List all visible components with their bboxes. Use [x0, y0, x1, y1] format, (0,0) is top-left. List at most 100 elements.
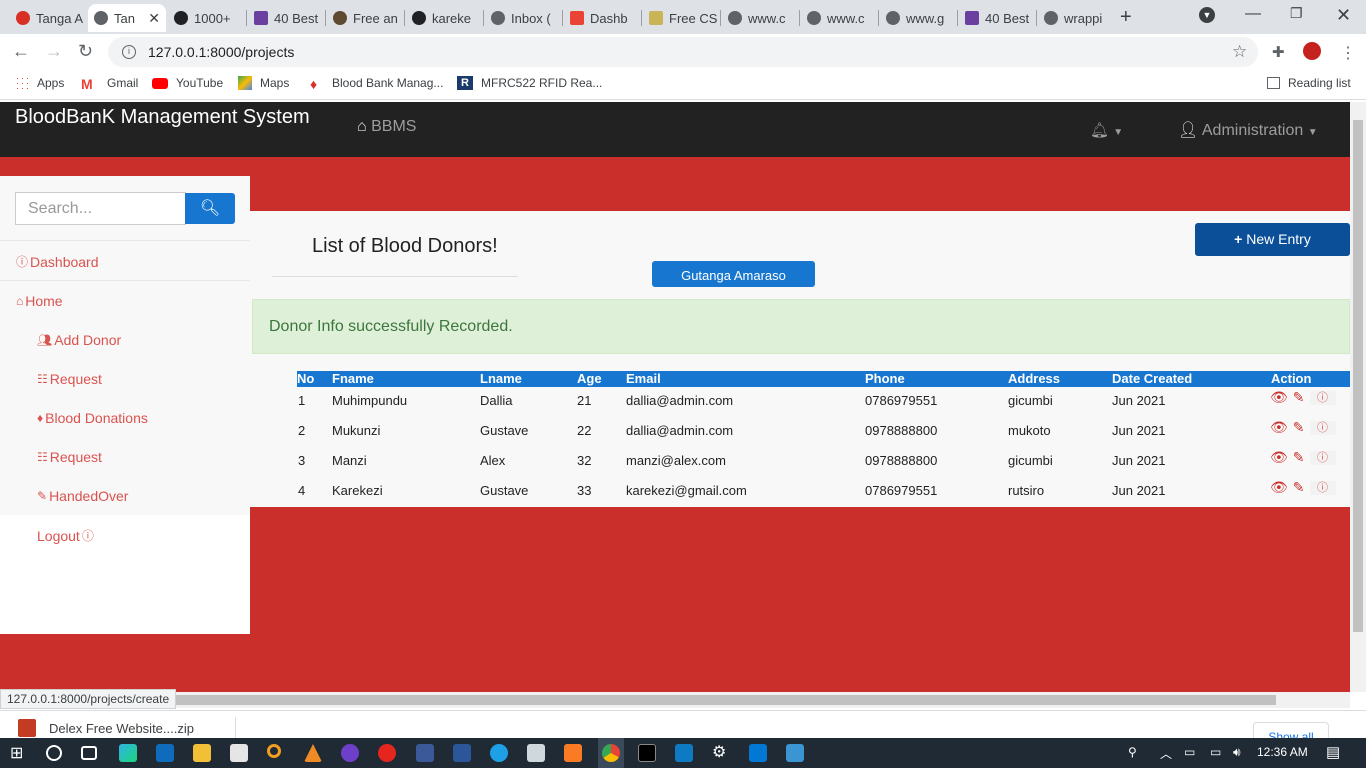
- sidebar-item-request-2[interactable]: ☷ Request: [37, 449, 102, 465]
- home-icon: ⌂: [16, 294, 24, 308]
- nav-home-link[interactable]: ⌂ BBMS: [357, 118, 416, 136]
- bookmark-maps[interactable]: Maps: [238, 76, 289, 90]
- browser-tab-active[interactable]: Tan ✕: [88, 4, 166, 32]
- view-eye-icon[interactable]: 👁︎: [1270, 449, 1288, 466]
- restore-icon[interactable]: ❐: [1290, 5, 1303, 22]
- sidebar-item-dashboard[interactable]: ⓘ Dashboard: [16, 253, 99, 270]
- scrollbar-thumb[interactable]: [1353, 120, 1363, 632]
- edit-icon[interactable]: ✎: [1293, 419, 1305, 436]
- ie-icon[interactable]: [490, 744, 508, 762]
- browser-tab[interactable]: Tanga A: [10, 4, 86, 32]
- bookmark-star-icon[interactable]: ☆: [1232, 42, 1247, 62]
- sidebar-item-home[interactable]: ⌂ Home: [16, 293, 63, 309]
- cmd-icon[interactable]: [638, 744, 656, 762]
- bookmark-apps[interactable]: Apps: [15, 76, 64, 90]
- vertical-scrollbar[interactable]: [1350, 102, 1366, 692]
- windows-start-icon[interactable]: ⊞: [10, 743, 28, 762]
- browser-tab[interactable]: 40 Best: [959, 4, 1035, 32]
- github-desktop-icon[interactable]: [341, 744, 359, 762]
- sidebar-item-handedover[interactable]: ✎ HandedOver: [37, 488, 128, 504]
- delete-button[interactable]: ⓘ: [1309, 480, 1336, 495]
- gutanga-amaraso-button[interactable]: Gutanga Amaraso: [652, 261, 815, 287]
- app-icon[interactable]: [786, 744, 804, 762]
- close-tab-icon[interactable]: ✕: [148, 10, 160, 27]
- browser-tab[interactable]: Free an: [327, 4, 403, 32]
- chrome-active-tile[interactable]: [598, 738, 624, 768]
- screen-icon[interactable]: [675, 744, 693, 762]
- store-icon[interactable]: [230, 744, 248, 762]
- opera-icon[interactable]: [378, 744, 396, 762]
- bookmark-blood-bank[interactable]: ♦ Blood Bank Manag...: [310, 76, 443, 92]
- settings-gear-icon[interactable]: ⚙: [712, 742, 730, 761]
- browser-tab[interactable]: www.c: [801, 4, 877, 32]
- user-dropdown[interactable]: 👤︎ Administration ▼: [1178, 120, 1318, 140]
- volume-icon[interactable]: 🔊︎: [1233, 745, 1241, 760]
- view-eye-icon[interactable]: 👁︎: [1270, 479, 1288, 496]
- forward-icon[interactable]: →: [45, 41, 63, 62]
- close-window-icon[interactable]: ✕: [1336, 5, 1351, 26]
- address-bar[interactable]: i 127.0.0.1:8000/projects: [108, 37, 1258, 67]
- browser-tab[interactable]: Free CS: [643, 4, 719, 32]
- download-item[interactable]: Delex Free Website....zip: [49, 721, 194, 736]
- facebook-icon[interactable]: [416, 744, 434, 762]
- word-icon[interactable]: [453, 744, 471, 762]
- delete-button[interactable]: ⓘ: [1309, 420, 1336, 435]
- reload-icon[interactable]: ↻: [78, 41, 93, 62]
- file-explorer-icon[interactable]: [193, 744, 211, 762]
- people-icon[interactable]: ⚲: [1128, 745, 1137, 759]
- back-icon[interactable]: ←: [12, 41, 30, 62]
- mail-icon[interactable]: [156, 744, 174, 762]
- search-app-icon[interactable]: [267, 744, 281, 758]
- browser-tab[interactable]: kareke: [406, 4, 482, 32]
- menu-kebab-icon[interactable]: ⋮: [1340, 43, 1356, 63]
- site-info-icon[interactable]: i: [122, 45, 136, 59]
- edit-icon[interactable]: ✎: [1293, 449, 1305, 466]
- notepad-icon[interactable]: [527, 744, 545, 762]
- scrollbar-thumb[interactable]: [170, 695, 1276, 705]
- browser-tab[interactable]: Inbox (: [485, 4, 561, 32]
- minimize-icon[interactable]: —: [1245, 5, 1261, 23]
- clock[interactable]: 12:36 AM: [1257, 745, 1308, 759]
- browser-tab[interactable]: 1000+: [168, 4, 244, 32]
- browser-tab[interactable]: wrappi: [1038, 4, 1108, 32]
- search-input[interactable]: Search...: [15, 192, 186, 225]
- edge-icon[interactable]: [119, 744, 137, 762]
- battery-icon[interactable]: ▭: [1210, 745, 1221, 759]
- bookmark-gmail[interactable]: M Gmail: [81, 76, 138, 92]
- browser-tab[interactable]: Dashb: [564, 4, 640, 32]
- bookmark-youtube[interactable]: YouTube: [152, 76, 223, 90]
- sidebar-item-blood-donations[interactable]: ♦ Blood Donations: [37, 410, 148, 426]
- task-view-icon[interactable]: [81, 746, 97, 760]
- edit-icon[interactable]: ✎: [1293, 479, 1305, 496]
- sidebar-item-request[interactable]: ☷ Request: [37, 371, 102, 387]
- vscode-icon[interactable]: [749, 744, 767, 762]
- reading-list[interactable]: Reading list: [1267, 76, 1351, 90]
- extensions-icon[interactable]: ✚: [1272, 43, 1285, 61]
- horizontal-scrollbar[interactable]: [0, 692, 1350, 708]
- search-circle-icon[interactable]: [46, 745, 62, 761]
- browser-tab[interactable]: 40 Best: [248, 4, 324, 32]
- vlc-icon[interactable]: [304, 744, 322, 762]
- xampp-icon[interactable]: [564, 744, 582, 762]
- sidebar-item-logout[interactable]: Logout ⓘ: [37, 527, 96, 544]
- bookmark-mfrc522[interactable]: R MFRC522 RFID Rea...: [457, 76, 602, 90]
- network-icon[interactable]: ▭: [1184, 745, 1195, 759]
- notifications-icon[interactable]: ▤: [1326, 743, 1340, 761]
- new-tab-icon[interactable]: +: [1120, 6, 1132, 29]
- edit-icon[interactable]: ✎: [1293, 389, 1305, 406]
- browser-tab[interactable]: www.g: [880, 4, 956, 32]
- delete-button[interactable]: ⓘ: [1309, 450, 1336, 465]
- new-entry-button[interactable]: + New Entry: [1195, 223, 1350, 256]
- view-eye-icon[interactable]: 👁︎: [1270, 389, 1288, 406]
- search-button[interactable]: 🔍︎: [185, 193, 235, 224]
- sidebar-item-add-donor[interactable]: 👥︎ Add Donor: [37, 332, 121, 348]
- browser-tab[interactable]: www.c: [722, 4, 798, 32]
- tab-separator: [562, 10, 563, 26]
- view-eye-icon[interactable]: 👁︎: [1270, 419, 1288, 436]
- delete-button[interactable]: ⓘ: [1309, 390, 1336, 405]
- profile-avatar-icon[interactable]: [1303, 42, 1321, 60]
- app-brand[interactable]: BloodBanK Management System: [15, 106, 310, 129]
- tab-search-icon[interactable]: ▼: [1199, 7, 1215, 23]
- notifications-dropdown[interactable]: 🔔︎ ▼: [1090, 121, 1123, 139]
- chevron-up-icon[interactable]: ︿: [1160, 745, 1172, 762]
